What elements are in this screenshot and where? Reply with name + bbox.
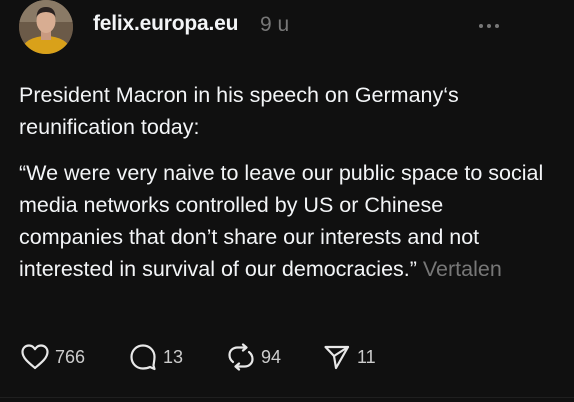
heart-icon — [20, 343, 50, 371]
reply-count: 13 — [163, 346, 184, 367]
repost-icon — [226, 343, 256, 371]
avatar[interactable] — [19, 0, 73, 54]
comment-bubble-icon — [128, 343, 158, 371]
more-horizontal-icon — [479, 24, 499, 28]
post-timestamp[interactable]: 9 u — [260, 13, 289, 37]
repost-button[interactable]: 94 — [226, 340, 281, 374]
reply-button[interactable]: 13 — [128, 340, 183, 374]
like-count: 766 — [55, 346, 86, 367]
post-divider — [0, 397, 574, 398]
post-quote-paragraph: “We were very naive to leave our public … — [19, 157, 549, 285]
share-count: 11 — [357, 346, 376, 367]
send-icon — [322, 343, 352, 371]
post-actions-bar: 766 13 94 11 — [0, 340, 574, 374]
more-options-button[interactable] — [474, 14, 504, 38]
translate-link[interactable]: Vertalen — [423, 257, 502, 281]
repost-count: 94 — [261, 346, 282, 367]
avatar-image — [19, 0, 73, 54]
thread-post: felix.europa.eu 9 u President Macron in … — [0, 0, 574, 402]
post-text-paragraph: President Macron in his speech on German… — [19, 83, 459, 139]
username-link[interactable]: felix.europa.eu — [93, 12, 238, 36]
share-button[interactable]: 11 — [322, 340, 376, 374]
like-button[interactable]: 766 — [20, 340, 85, 374]
